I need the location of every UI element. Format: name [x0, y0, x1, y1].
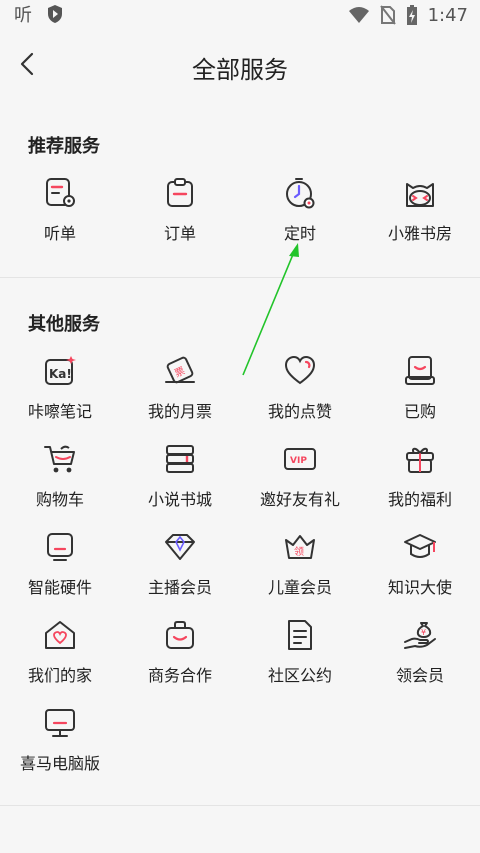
- header: 全部服务: [0, 32, 480, 100]
- hand-money-bag-icon: ¥: [403, 618, 437, 652]
- service-label: 咔嚓笔记: [27, 402, 92, 421]
- service-item-get-membership[interactable]: ¥ 领会员: [360, 618, 480, 698]
- wifi-icon: [348, 6, 370, 24]
- service-item-smart-hardware[interactable]: 智能硬件: [0, 530, 120, 610]
- section-title: 其他服务: [28, 314, 100, 335]
- service-item-business[interactable]: 商务合作: [120, 618, 240, 698]
- ka-note-icon: Ka!: [43, 354, 77, 388]
- service-label: 我的福利: [387, 490, 452, 509]
- service-item-our-home[interactable]: 我们的家: [0, 618, 120, 698]
- monthly-ticket-icon: 票: [163, 354, 197, 388]
- clock-time: 1:47: [427, 4, 468, 26]
- service-item-kids-membership[interactable]: 领 儿童会员: [240, 530, 360, 610]
- ka-badge: Ka!: [49, 367, 72, 381]
- service-label: 智能硬件: [27, 578, 92, 597]
- service-item-timer[interactable]: 定时: [240, 176, 360, 256]
- service-item-order[interactable]: 订单: [120, 176, 240, 256]
- briefcase-icon: [163, 618, 197, 652]
- service-item-ka-note[interactable]: Ka! 咔嚓笔记: [0, 354, 120, 434]
- section-title: 推荐服务: [28, 136, 100, 157]
- service-label: 购物车: [35, 490, 84, 509]
- battery-charging-icon: [406, 4, 418, 26]
- service-item-pc-version[interactable]: 喜马电脑版: [0, 706, 120, 786]
- service-item-shopping-cart[interactable]: 购物车: [0, 442, 120, 522]
- service-item-knowledge-ambassador[interactable]: 知识大使: [360, 530, 480, 610]
- vip-badge: VIP: [290, 456, 307, 466]
- kids-badge: 领: [294, 545, 304, 558]
- service-item-anchor-membership[interactable]: 主播会员: [120, 530, 240, 610]
- service-label: 定时: [283, 224, 316, 243]
- document-icon: [283, 618, 317, 652]
- service-item-purchased[interactable]: 已购: [360, 354, 480, 434]
- diamond-icon: [163, 530, 197, 564]
- service-label: 商务合作: [147, 666, 212, 685]
- page-title: 全部服务: [192, 56, 288, 84]
- desktop-icon: [43, 706, 77, 740]
- service-label: 知识大使: [387, 578, 452, 597]
- shopping-cart-icon: [43, 442, 77, 476]
- recommended-services-section: 推荐服务 听单 订单 定时 小雅书房: [0, 100, 480, 276]
- service-label: 我的点赞: [267, 402, 332, 421]
- service-item-novel-store[interactable]: 小说书城: [120, 442, 240, 522]
- service-item-community-rules[interactable]: 社区公约: [240, 618, 360, 698]
- service-item-likes[interactable]: 我的点赞: [240, 354, 360, 434]
- service-label: 小说书城: [147, 490, 212, 509]
- vip-ticket-icon: VIP: [283, 442, 317, 476]
- service-item-invite-friends[interactable]: VIP 邀好友有礼: [240, 442, 360, 522]
- service-item-benefits[interactable]: 我的福利: [360, 442, 480, 522]
- timer-icon: [283, 176, 317, 210]
- service-label: 我的月票: [147, 402, 212, 421]
- service-item-monthly-ticket[interactable]: 票 我的月票: [120, 354, 240, 434]
- playlist-icon: [43, 176, 77, 210]
- service-label: 主播会员: [147, 578, 212, 597]
- service-label: 我们的家: [27, 666, 92, 685]
- order-clipboard-icon: [163, 176, 197, 210]
- service-label: 听单: [43, 224, 76, 243]
- graduation-cap-icon: [403, 530, 437, 564]
- kids-crown-icon: 领: [283, 530, 317, 564]
- service-label: 邀好友有礼: [259, 490, 340, 509]
- service-label: 领会员: [395, 666, 444, 685]
- smart-device-icon: [43, 530, 77, 564]
- app-icon: 听: [14, 3, 36, 25]
- service-label: 小雅书房: [387, 224, 452, 243]
- service-item-xiaoya-study[interactable]: 小雅书房: [360, 176, 480, 256]
- cat-face-icon: [403, 176, 437, 210]
- heart-icon: [283, 354, 317, 388]
- service-label: 儿童会员: [267, 578, 332, 597]
- ticket-badge: 票: [173, 365, 187, 380]
- purchased-box-icon: [403, 354, 437, 388]
- service-label: 社区公约: [267, 666, 332, 685]
- bottom-area: [0, 806, 480, 853]
- shield-play-icon: [46, 4, 64, 24]
- service-item-playlist[interactable]: 听单: [0, 176, 120, 256]
- gift-icon: [403, 442, 437, 476]
- no-sim-icon: [379, 5, 396, 25]
- book-stack-icon: [163, 442, 197, 476]
- service-label: 喜马电脑版: [19, 754, 100, 773]
- status-bar: 听 1:47: [0, 0, 480, 32]
- service-label: 订单: [163, 224, 196, 243]
- service-label: 已购: [403, 402, 436, 421]
- svg-text:听: 听: [14, 5, 32, 25]
- home-heart-icon: [43, 618, 77, 652]
- other-services-section: 其他服务 Ka! 咔嚓笔记 票 我的月票 我的点赞 已购 购物车 小说书城 VI…: [0, 278, 480, 804]
- money-badge: ¥: [421, 628, 426, 637]
